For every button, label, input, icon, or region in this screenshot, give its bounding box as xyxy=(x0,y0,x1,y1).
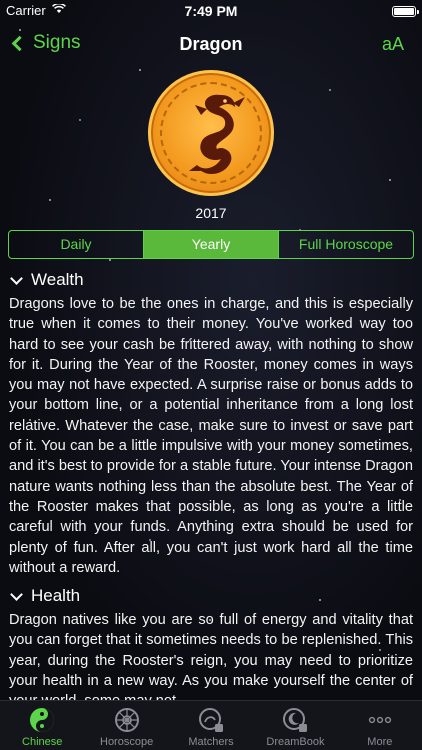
matchers-icon xyxy=(199,708,224,732)
navigation-bar: Signs Dragon aA xyxy=(0,22,422,66)
period-segmented-control: Daily Yearly Full Horoscope xyxy=(0,230,422,260)
tab-more[interactable]: More xyxy=(338,701,422,750)
tab-horoscope[interactable]: Horoscope xyxy=(84,701,168,750)
section-title: Health xyxy=(31,586,81,606)
section-title: Wealth xyxy=(31,270,84,289)
tab-label: Chinese xyxy=(22,736,63,748)
tab-label: DreamBook xyxy=(266,736,325,748)
sign-emblem xyxy=(0,70,422,202)
tab-chinese[interactable]: Chinese xyxy=(0,701,84,750)
chevron-down-icon xyxy=(10,587,23,601)
section-body: Dragon natives like you are so full of e… xyxy=(9,612,413,700)
dragon-emblem-icon xyxy=(148,70,274,196)
tab-daily[interactable]: Daily xyxy=(9,231,144,258)
section-header-wealth[interactable]: Wealth xyxy=(9,270,413,290)
tab-label: More xyxy=(367,736,393,748)
tab-bar: Chinese Horoscope Matchers DreamBook Mor… xyxy=(0,700,422,750)
battery-icon xyxy=(392,6,419,17)
section-body: Dragons love to be the ones in charge, a… xyxy=(9,296,413,576)
tab-yearly[interactable]: Yearly xyxy=(144,231,279,258)
tab-label: Horoscope xyxy=(100,736,154,748)
clock: 7:49 PM xyxy=(184,3,238,19)
year-label: 2017 xyxy=(195,205,227,221)
yin-yang-icon xyxy=(30,708,55,732)
wheel-icon xyxy=(114,708,139,732)
tab-label: Matchers xyxy=(188,736,234,748)
status-bar: Carrier 7:49 PM xyxy=(0,0,422,22)
horoscope-content[interactable]: Wealth Dragons love to be the ones in ch… xyxy=(0,270,422,700)
dreambook-icon xyxy=(283,708,308,732)
chevron-down-icon xyxy=(10,271,23,285)
more-icon xyxy=(368,716,391,724)
page-title: Dragon xyxy=(179,34,243,54)
section-header-health[interactable]: Health xyxy=(9,586,413,606)
tab-dreambook[interactable]: DreamBook xyxy=(253,701,337,750)
tab-matchers[interactable]: Matchers xyxy=(169,701,253,750)
tab-full-horoscope[interactable]: Full Horoscope xyxy=(279,231,413,258)
font-size-button[interactable]: aA xyxy=(382,34,404,55)
